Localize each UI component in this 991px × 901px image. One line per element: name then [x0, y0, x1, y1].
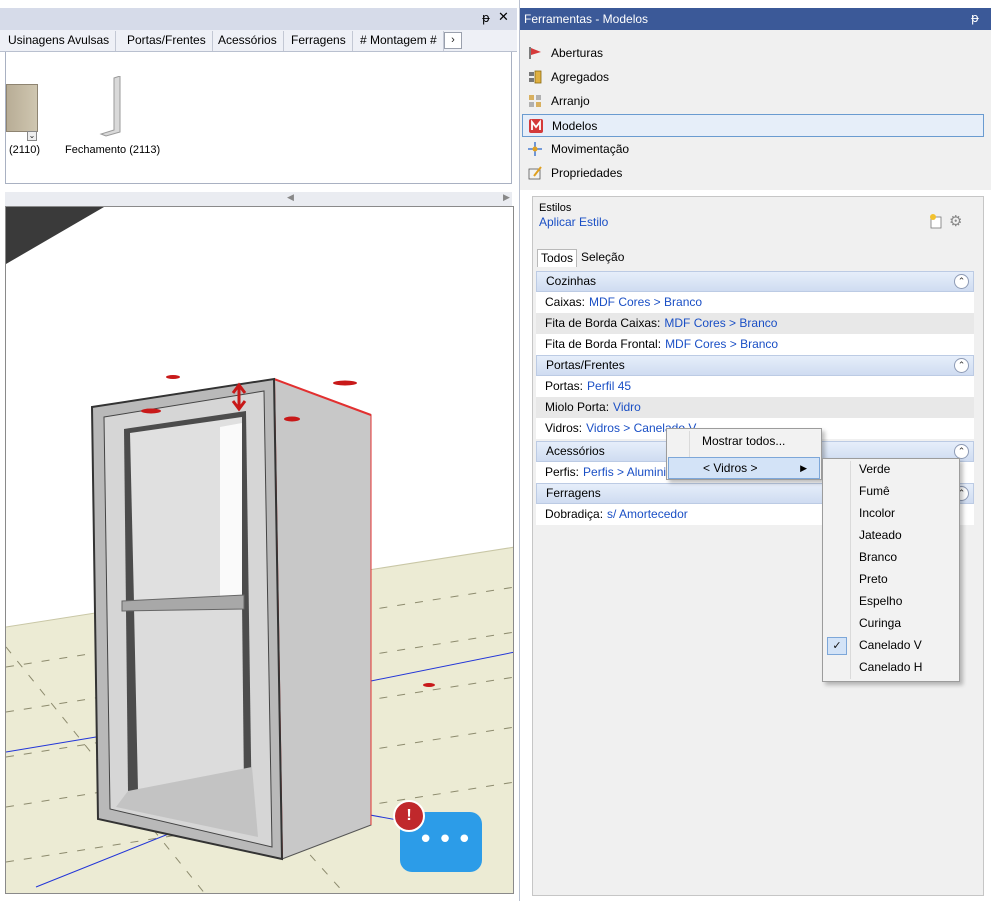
3d-scene — [6, 207, 513, 893]
tab-selecao[interactable]: Seleção — [578, 249, 627, 267]
expand-badge-icon[interactable]: ⌄ — [27, 131, 37, 141]
collapse-icon[interactable]: ⌃ — [954, 358, 969, 373]
tool-propriedades[interactable]: Propriedades — [522, 162, 984, 185]
scroll-left-arrow-icon[interactable]: ◀ — [287, 192, 294, 203]
tab-todos[interactable]: Todos — [537, 249, 578, 267]
submenu-item-canelado-v[interactable]: ✓ Canelado V — [824, 635, 958, 657]
properties-icon — [528, 166, 542, 180]
flag-icon — [529, 47, 541, 59]
tool-movimentacao[interactable]: Movimentação — [522, 138, 984, 161]
section-cozinhas: Cozinhas ⌃ Caixas: MDF Cores > Branco Fit… — [536, 271, 974, 355]
property-row[interactable]: Fita de Borda Frontal: MDF Cores > Branco — [536, 334, 974, 355]
new-style-icon[interactable] — [929, 214, 943, 229]
submenu-item-jateado[interactable]: Jateado — [824, 525, 958, 547]
grid-icon — [529, 95, 541, 107]
property-row[interactable]: Caixas: MDF Cores > Branco — [536, 292, 974, 313]
left-titlebar: ᵽ ✕ — [0, 8, 517, 30]
menu-item-mostrar-todos[interactable]: Mostrar todos... — [668, 431, 820, 453]
tab-portas-frentes[interactable]: Portas/Frentes — [121, 31, 213, 51]
tool-modelos[interactable]: Modelos — [522, 114, 984, 137]
styles-tabs: Todos Seleção — [537, 247, 979, 267]
submenu-arrow-icon: ▶ — [800, 463, 807, 473]
catalog-area: ⌄ (2110) Fechamento (2113) — [5, 52, 512, 184]
submenu-item-incolor[interactable]: Incolor — [824, 503, 958, 525]
submenu-item-curinga[interactable]: Curinga — [824, 613, 958, 635]
section-header[interactable]: Portas/Frentes ⌃ — [536, 355, 974, 376]
tab-montagem[interactable]: # Montagem # — [354, 31, 444, 51]
alert-badge-icon[interactable]: ! — [393, 800, 425, 832]
panel-icon[interactable] — [98, 76, 124, 138]
submenu-item-espelho[interactable]: Espelho — [824, 591, 958, 613]
pin-icon[interactable]: ᵽ — [482, 11, 490, 25]
tool-list: Aberturas Agregados Arranjo Modelos Movi… — [520, 30, 991, 190]
property-row[interactable]: Miolo Porta: Vidro — [536, 397, 974, 418]
pin-icon[interactable]: ᵽ — [971, 11, 979, 25]
submenu-item-branco[interactable]: Branco — [824, 547, 958, 569]
aggregates-icon — [529, 70, 542, 84]
submenu-item-fume[interactable]: Fumê — [824, 481, 958, 503]
menu-item-vidros[interactable]: < Vidros > ▶ — [668, 457, 820, 479]
submenu-item-canelado-h[interactable]: Canelado H — [824, 657, 958, 679]
tab-ferragens[interactable]: Ferragens — [285, 31, 353, 51]
tool-arranjo[interactable]: Arranjo — [522, 90, 984, 113]
collapse-icon[interactable]: ⌃ — [954, 444, 969, 459]
tabs-scroll-right-button[interactable]: › — [444, 32, 462, 49]
property-row[interactable]: Portas: Perfil 45 — [536, 376, 974, 397]
submenu-item-verde[interactable]: Verde — [824, 459, 958, 481]
section-portas-frentes: Portas/Frentes ⌃ Portas: Perfil 45 Miolo … — [536, 355, 974, 439]
check-icon: ✓ — [827, 637, 847, 655]
submenu-item-preto[interactable]: Preto — [824, 569, 958, 591]
gear-icon[interactable]: ⚙ — [949, 214, 965, 230]
chat-dots-icon: ••• — [418, 825, 477, 855]
models-icon — [529, 119, 543, 133]
collapse-icon[interactable]: ⌃ — [954, 274, 969, 289]
scroll-right-arrow-icon[interactable]: ▶ — [503, 192, 510, 203]
styles-header: Estilos — [539, 202, 572, 214]
tool-aberturas[interactable]: Aberturas — [522, 42, 984, 65]
property-row[interactable]: Fita de Borda Caixas: MDF Cores > Branco — [536, 313, 974, 334]
catalog-item-label: (2110) — [9, 144, 40, 156]
tab-acessorios[interactable]: Acessórios — [212, 31, 284, 51]
tool-agregados[interactable]: Agregados — [522, 66, 984, 89]
catalog-tabstrip: Usinagens Avulsas Portas/Frentes Acessór… — [0, 30, 517, 52]
tools-titlebar: Ferramentas - Modelos ᵽ — [520, 8, 991, 30]
close-icon[interactable]: ✕ — [498, 10, 509, 25]
vidros-submenu: Verde Fumê Incolor Jateado Branco Preto … — [822, 458, 960, 682]
tab-usinagens-avulsas[interactable]: Usinagens Avulsas — [2, 31, 117, 51]
3d-viewport[interactable] — [5, 206, 514, 894]
tools-title: Ferramentas - Modelos — [524, 12, 649, 26]
cabinet-icon[interactable]: ⌄ — [6, 84, 38, 141]
catalog-item-label: Fechamento (2113) — [65, 144, 161, 156]
context-menu: Mostrar todos... < Vidros > ▶ — [666, 428, 822, 480]
horizontal-scrollbar[interactable]: ◀ ▶ — [5, 192, 512, 206]
section-header[interactable]: Cozinhas ⌃ — [536, 271, 974, 292]
move-icon — [528, 142, 542, 156]
apply-style-link[interactable]: Aplicar Estilo — [539, 215, 608, 229]
left-panel: ᵽ ✕ Usinagens Avulsas Portas/Frentes Ace… — [0, 0, 517, 901]
